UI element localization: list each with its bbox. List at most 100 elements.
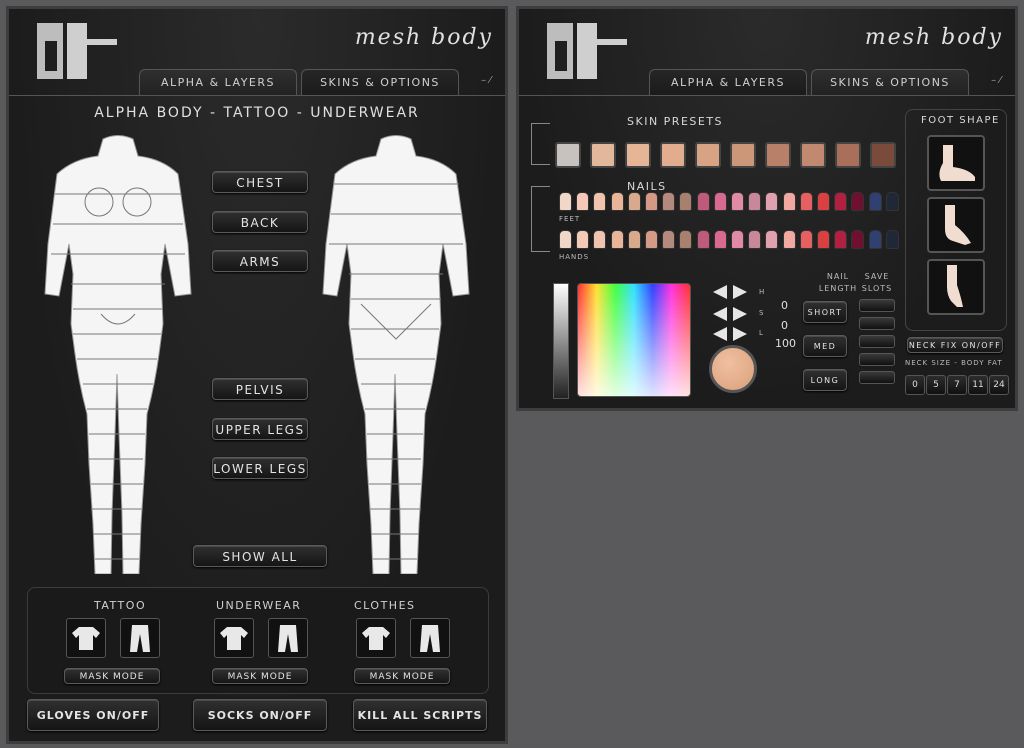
clothes-shirt-icon[interactable] [356,618,396,658]
hands-nail-swatch[interactable] [765,230,779,249]
feet-nail-swatch[interactable] [662,192,676,211]
pelvis-button[interactable]: PELVIS [212,378,308,400]
neck-fix-toggle-button[interactable]: NECK FIX ON/OFF [907,337,1003,353]
neck-size-button[interactable]: 11 [968,375,988,395]
feet-nail-swatch[interactable] [559,192,572,211]
save-slot-4[interactable] [859,353,895,366]
foot-mid-button[interactable] [927,197,985,253]
minimize-icon[interactable]: – ⁄ [481,75,491,86]
neck-size-button[interactable]: 7 [947,375,967,395]
show-all-button[interactable]: SHOW ALL [193,545,327,567]
clothes-mask-mode-button[interactable]: MASK MODE [354,668,450,684]
hands-nail-swatch[interactable] [834,230,848,249]
hands-nail-swatch[interactable] [731,230,744,249]
arrow-left-icon[interactable] [713,327,727,341]
hands-nail-swatch[interactable] [559,230,572,249]
feet-nail-swatch[interactable] [645,192,658,211]
save-slot-2[interactable] [859,317,895,330]
feet-nail-swatch[interactable] [713,192,727,211]
skin-preset-swatch[interactable] [835,142,861,168]
feet-nail-swatch[interactable] [851,192,865,211]
hands-nail-swatch[interactable] [576,230,590,249]
nail-long-button[interactable]: LONG [803,369,847,391]
skin-preset-swatch[interactable] [625,142,651,168]
socks-toggle-button[interactable]: SOCKS ON/OFF [193,699,327,731]
foot-high-button[interactable] [927,259,985,315]
hands-nail-swatch[interactable] [645,230,658,249]
neck-size-button[interactable]: 5 [926,375,946,395]
tab-skins-options[interactable]: SKINS & OPTIONS [811,69,969,95]
back-button[interactable]: BACK [212,211,308,233]
lightness-slider[interactable] [553,283,569,399]
skin-preset-swatch[interactable] [870,142,896,168]
feet-nail-swatch[interactable] [748,192,762,211]
arrow-left-icon[interactable] [713,285,727,299]
tattoo-mask-mode-button[interactable]: MASK MODE [64,668,160,684]
feet-nail-swatch[interactable] [799,192,813,211]
skin-preset-swatch[interactable] [765,142,791,168]
foot-flat-button[interactable] [927,135,985,191]
gloves-toggle-button[interactable]: GLOVES ON/OFF [27,699,159,731]
hands-nail-swatch[interactable] [782,230,796,249]
tab-skins-options[interactable]: SKINS & OPTIONS [301,69,459,95]
save-slot-5[interactable] [859,371,895,384]
arrow-left-icon[interactable] [713,307,727,321]
body-front-figure[interactable] [43,134,193,574]
save-slot-3[interactable] [859,335,895,348]
hands-nail-swatch[interactable] [696,230,710,249]
clothes-pants-icon[interactable] [410,618,450,658]
hands-nail-swatch[interactable] [713,230,727,249]
feet-nail-swatch[interactable] [782,192,796,211]
save-slot-1[interactable] [859,299,895,312]
feet-nail-swatch[interactable] [593,192,607,211]
color-preview-button[interactable] [709,345,757,393]
color-picker-square[interactable] [577,283,691,397]
hands-nail-swatch[interactable] [885,230,899,249]
skin-preset-swatch[interactable] [555,142,581,168]
feet-nail-swatch[interactable] [765,192,779,211]
underwear-mask-mode-button[interactable]: MASK MODE [212,668,308,684]
tab-alpha-layers[interactable]: ALPHA & LAYERS [139,69,297,95]
neck-size-button[interactable]: 24 [989,375,1009,395]
hands-nail-swatch[interactable] [662,230,676,249]
tattoo-shirt-icon[interactable] [66,618,106,658]
hands-nail-swatch[interactable] [627,230,641,249]
feet-nail-swatch[interactable] [679,192,693,211]
kill-all-scripts-button[interactable]: KILL ALL SCRIPTS [353,699,487,731]
feet-nail-swatch[interactable] [576,192,590,211]
underwear-shirt-icon[interactable] [214,618,254,658]
hands-nail-swatch[interactable] [748,230,762,249]
hands-nail-swatch[interactable] [610,230,624,249]
chest-button[interactable]: CHEST [212,171,308,193]
arrow-right-icon[interactable] [733,307,747,321]
minimize-icon[interactable]: – ⁄ [991,75,1001,86]
skin-preset-swatch[interactable] [590,142,616,168]
skin-preset-swatch[interactable] [730,142,756,168]
feet-nail-swatch[interactable] [817,192,830,211]
arms-button[interactable]: ARMS [212,250,308,272]
skin-preset-swatch[interactable] [800,142,826,168]
feet-nail-swatch[interactable] [834,192,848,211]
tattoo-pants-icon[interactable] [120,618,160,658]
nail-medium-button[interactable]: MED [803,335,847,357]
feet-nail-swatch[interactable] [885,192,899,211]
body-back-figure[interactable] [321,134,471,574]
feet-nail-swatch[interactable] [696,192,710,211]
arrow-right-icon[interactable] [733,285,747,299]
skin-preset-swatch[interactable] [660,142,686,168]
feet-nail-swatch[interactable] [868,192,882,211]
hands-nail-swatch[interactable] [817,230,830,249]
neck-size-button[interactable]: 0 [905,375,925,395]
hands-nail-swatch[interactable] [679,230,693,249]
lower-legs-button[interactable]: LOWER LEGS [212,457,308,479]
hands-nail-swatch[interactable] [593,230,607,249]
feet-nail-swatch[interactable] [627,192,641,211]
hands-nail-swatch[interactable] [851,230,865,249]
upper-legs-button[interactable]: UPPER LEGS [212,418,308,440]
nail-short-button[interactable]: SHORT [803,301,847,323]
underwear-pants-icon[interactable] [268,618,308,658]
arrow-right-icon[interactable] [733,327,747,341]
feet-nail-swatch[interactable] [610,192,624,211]
hands-nail-swatch[interactable] [799,230,813,249]
hands-nail-swatch[interactable] [868,230,882,249]
